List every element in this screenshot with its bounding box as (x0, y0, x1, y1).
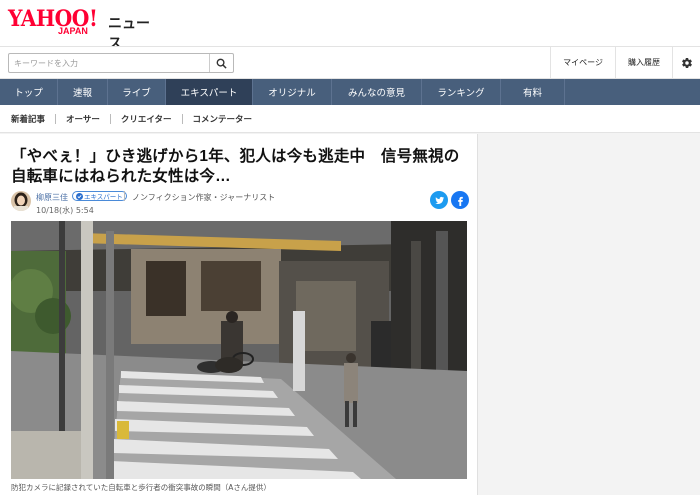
tab-top[interactable]: トップ (0, 79, 58, 105)
tab-live[interactable]: ライブ (108, 79, 166, 105)
search-icon (216, 58, 227, 69)
tab-original[interactable]: オリジナル (253, 79, 332, 105)
cctv-still-image (11, 221, 467, 479)
purchase-history-link[interactable]: 購入履歴 (615, 47, 672, 78)
tab-breaking[interactable]: 速報 (58, 79, 108, 105)
subnav-commentators[interactable]: コメンテーター (193, 113, 253, 125)
expert-badge: エキスパート (72, 191, 127, 201)
header-links: マイページ 購入履歴 (550, 47, 700, 78)
author-row: 柳原三佳 エキスパート ノンフィクション作家・ジャーナリスト 10/18(水) … (11, 191, 471, 217)
expert-badge-label: エキスパート (84, 193, 123, 201)
facebook-share-button[interactable] (451, 191, 469, 209)
subnav-authors[interactable]: オーサー (66, 113, 100, 125)
mypage-link[interactable]: マイページ (550, 47, 615, 78)
author-avatar[interactable] (11, 191, 31, 211)
photo-caption: 防犯カメラに記録されていた自転車と歩行者の衝突事故の瞬間（Aさん提供） (11, 483, 271, 492)
subnav-divider (181, 113, 183, 124)
article-title: 「やべぇ！」ひき逃げから1年、犯人は今も逃走中 信号無視の自転車にはねられた女性… (11, 148, 460, 185)
publish-date: 10/18(水) 5:54 (36, 206, 94, 215)
yahoo-news-logo[interactable]: YAHOO! JAPAN ニュース (8, 6, 158, 51)
facebook-icon (457, 196, 463, 206)
subnav-divider (109, 113, 111, 124)
author-name[interactable]: 柳原三佳 (36, 192, 68, 203)
settings-button[interactable] (672, 47, 700, 78)
share-buttons (430, 191, 469, 209)
logo-japan-text: JAPAN (58, 26, 88, 36)
subnav-divider (55, 113, 57, 124)
twitter-icon (434, 196, 444, 204)
tab-expert[interactable]: エキスパート (166, 79, 253, 105)
search-bar-row: マイページ 購入履歴 (0, 46, 700, 79)
twitter-share-button[interactable] (430, 191, 448, 209)
tab-ranking[interactable]: ランキング (422, 79, 501, 105)
tab-paid[interactable]: 有料 (501, 79, 565, 105)
subnav-creators[interactable]: クリエイター (121, 113, 172, 125)
top-header: YAHOO! JAPAN ニュース (0, 0, 700, 51)
verified-check-icon (76, 192, 83, 200)
tab-opinions[interactable]: みんなの意見 (332, 79, 422, 105)
subnav-new-articles[interactable]: 新着記事 (11, 113, 45, 125)
main-nav: トップ 速報 ライブ エキスパート オリジナル みんなの意見 ランキング 有料 (0, 79, 700, 105)
article-photo[interactable] (11, 221, 467, 479)
article-panel: 「やべぇ！」ひき逃げから1年、犯人は今も逃走中 信号無視の自転車にはねられた女性… (0, 134, 478, 495)
search-button[interactable] (209, 54, 233, 72)
author-profile: ノンフィクション作家・ジャーナリスト (132, 193, 276, 202)
author-divider (124, 191, 125, 201)
sub-nav: 新着記事 オーサー クリエイター コメンテーター (0, 105, 700, 133)
gear-icon (681, 57, 692, 68)
search-input[interactable] (9, 54, 209, 72)
search-box (8, 53, 234, 73)
